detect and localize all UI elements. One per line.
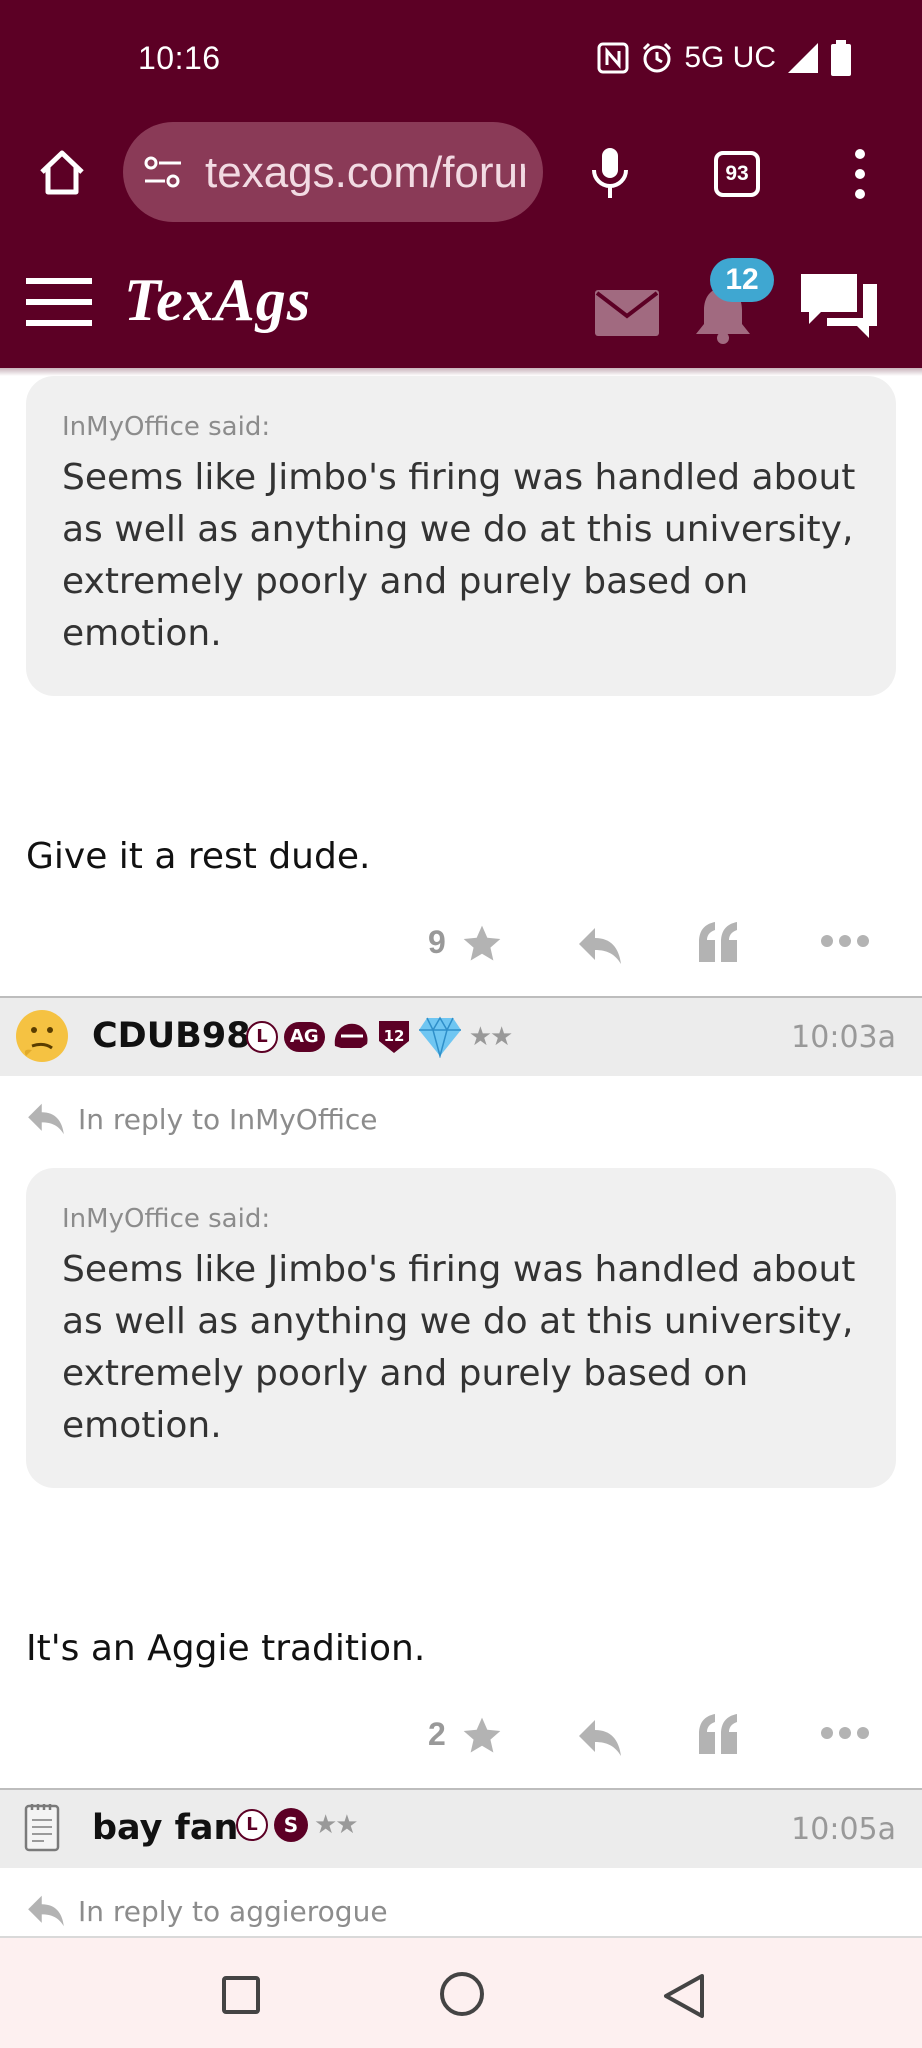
badge-l: L (236, 1809, 268, 1841)
rank-stars: ★★ (468, 1022, 514, 1052)
more-options-icon[interactable] (820, 1726, 870, 1740)
quote-author: InMyOffice said: (62, 1204, 271, 1234)
microphone-icon[interactable] (590, 146, 630, 202)
nfc-icon (597, 42, 629, 74)
recent-apps-button[interactable] (222, 1976, 260, 2014)
username[interactable]: CDUB98 (92, 1016, 251, 1056)
status-time: 10:16 (138, 40, 221, 76)
quote-author: InMyOffice said: (62, 412, 271, 442)
reply-icon[interactable] (577, 926, 623, 966)
hamburger-menu-icon[interactable] (26, 276, 92, 328)
notepad-avatar[interactable] (14, 1800, 70, 1856)
app-header: 10:16 5G UC texags.com/forums 93 TexAgs … (0, 0, 922, 368)
quote-block: InMyOffice said: Seems like Jimbo's firi… (26, 376, 896, 696)
star-count: 9 (428, 924, 446, 960)
star-icon[interactable] (460, 1714, 504, 1758)
quote-text: Seems like Jimbo's firing was handled ab… (62, 1249, 856, 1446)
thinking-face-avatar[interactable] (14, 1008, 70, 1064)
quote-icon[interactable] (697, 920, 741, 964)
signal-icon (788, 43, 818, 73)
browser-toolbar: texags.com/forums 93 (0, 120, 922, 240)
12th-man-shield-icon: 12 (378, 1021, 409, 1053)
post-header: CDUB98 L AG 12 ★★ 10:03a (0, 998, 922, 1076)
post-time[interactable]: 10:03a (791, 1020, 896, 1055)
rank-stars: ★★ (314, 1810, 359, 1840)
user-badges: L AG 12 ★★ (246, 1016, 514, 1058)
status-icons: 5G UC (596, 40, 852, 76)
url-text: texags.com/forums (205, 148, 525, 197)
alarm-icon (643, 42, 672, 73)
quote-block: InMyOffice said: Seems like Jimbo's firi… (26, 1168, 896, 1488)
thread-content: InMyOffice said: Seems like Jimbo's firi… (0, 368, 922, 1936)
back-icon[interactable] (662, 1972, 706, 2020)
reply-to-link[interactable]: In reply to aggierogue (26, 1894, 388, 1928)
post-body: It's an Aggie tradition. (26, 1628, 426, 1669)
helmet-icon (334, 1023, 368, 1048)
chat-icon[interactable] (797, 270, 881, 342)
username[interactable]: bay fan (92, 1808, 238, 1848)
star-count: 2 (428, 1716, 446, 1752)
reply-to-link[interactable]: In reply to InMyOffice (26, 1102, 378, 1136)
post-body: Give it a rest dude. (26, 836, 371, 877)
quote-text: Seems like Jimbo's firing was handled ab… (62, 457, 856, 654)
reply-to-text: In reply to aggierogue (78, 1894, 388, 1928)
reply-arrow-icon (28, 1895, 64, 1927)
site-logo[interactable]: TexAgs (124, 266, 311, 335)
star-icon[interactable] (460, 922, 504, 966)
home-icon[interactable] (36, 146, 88, 198)
user-badges: L S ★★ (236, 1808, 359, 1842)
home-button[interactable] (440, 1972, 484, 2016)
post-time[interactable]: 10:05a (791, 1812, 896, 1847)
more-options-icon[interactable] (820, 934, 870, 948)
messages-icon[interactable] (595, 290, 659, 336)
diamond-icon (418, 1016, 461, 1058)
network-type: 5G UC (684, 41, 776, 74)
notification-badge: 12 (710, 258, 774, 302)
post-header: bay fan L S ★★ 10:05a (0, 1790, 922, 1868)
site-settings-icon[interactable] (143, 154, 183, 190)
quote-icon[interactable] (697, 1712, 741, 1756)
post-actions: 9 (0, 914, 922, 978)
site-navbar: TexAgs (0, 240, 922, 368)
reply-to-text: In reply to InMyOffice (78, 1102, 378, 1136)
tab-switcher-button[interactable]: 93 (714, 151, 760, 197)
post-actions: 2 (0, 1706, 922, 1770)
battery-icon (831, 40, 851, 76)
status-bar: 10:16 5G UC (0, 0, 922, 120)
svg-text:12: 12 (383, 1027, 404, 1045)
badge-ag: AG (284, 1022, 325, 1052)
overflow-menu-icon[interactable] (852, 146, 868, 202)
reply-arrow-icon (28, 1103, 64, 1135)
badge-s: S (274, 1808, 308, 1842)
badge-l: L (246, 1021, 278, 1053)
address-bar[interactable]: texags.com/forums (123, 122, 543, 222)
reply-icon[interactable] (577, 1718, 623, 1758)
system-navigation-bar (0, 1936, 922, 2048)
